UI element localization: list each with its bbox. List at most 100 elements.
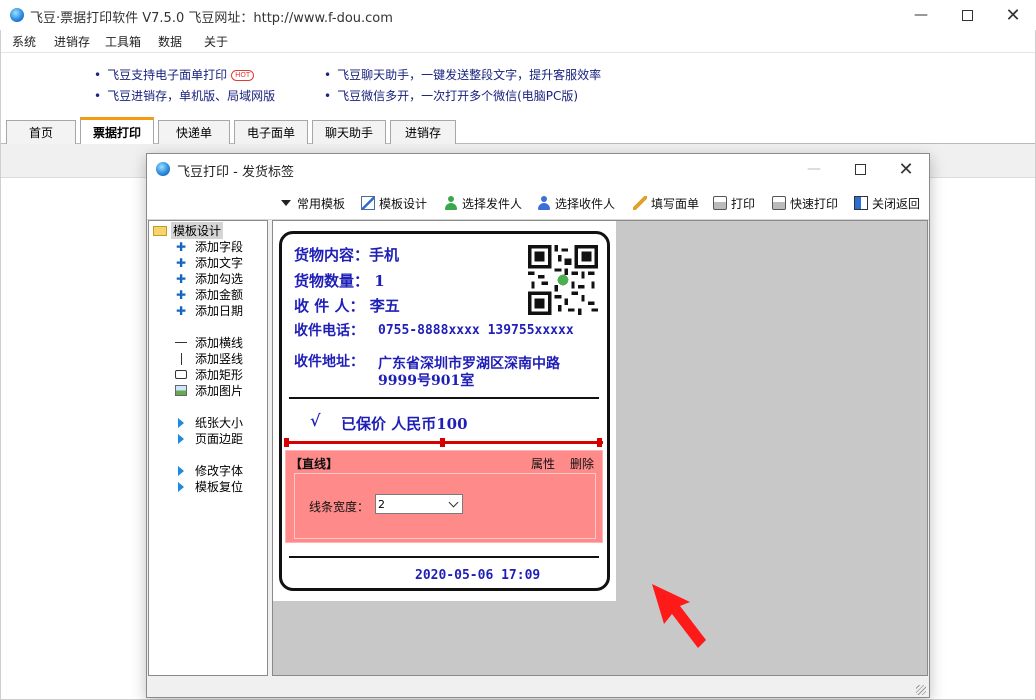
chevron-down-icon xyxy=(448,497,459,508)
vertical-line-icon xyxy=(180,352,182,365)
dialog-titlebar: 飞豆打印 - 发货标签 — ✕ xyxy=(147,154,929,184)
templates-dropdown-button[interactable]: 常用模板 xyxy=(281,194,345,212)
promo-link-chat[interactable]: • 飞豆聊天助手，一键发送整段文字，提升客服效率 xyxy=(324,66,601,83)
image-icon xyxy=(175,385,187,396)
design-icon xyxy=(361,196,375,210)
line-width-label: 线条宽度： xyxy=(309,500,370,514)
goods-label[interactable]: 货物内容：手机 xyxy=(294,244,399,265)
menu-toolbox[interactable]: 工具箱 xyxy=(105,33,141,50)
tree-item-paper-size[interactable]: 纸张大小 xyxy=(175,415,243,430)
address-label[interactable]: 收件地址： xyxy=(294,351,364,371)
maximize-button[interactable] xyxy=(944,0,990,30)
tab-bar: 首页 票据打印 快递单 电子面单 聊天助手 进销存 xyxy=(0,114,1036,145)
select-receiver-button[interactable]: 选择收件人 xyxy=(537,194,615,212)
plus-icon: ✚ xyxy=(175,239,187,254)
close-button[interactable]: ✕ xyxy=(990,0,1036,30)
properties-panel-title: 【直线】 xyxy=(290,457,339,471)
horizontal-line-icon xyxy=(175,342,187,343)
qr-code-icon[interactable] xyxy=(528,245,598,315)
dialog-close-button[interactable]: ✕ xyxy=(883,154,929,184)
label-date[interactable]: 2020-05-06 17:09 xyxy=(415,568,540,583)
tab-chat-assistant[interactable]: 聊天助手 xyxy=(312,120,386,144)
tree-item-add-checkbox[interactable]: ✚ 添加勾选 xyxy=(175,271,243,287)
exit-door-icon xyxy=(854,196,868,210)
tree-item-add-image[interactable]: 添加图片 xyxy=(175,383,243,398)
plus-icon: ✚ xyxy=(175,303,187,318)
plus-icon: ✚ xyxy=(175,255,187,270)
label-paper: 货物内容：手机 货物数量： 1 收 件 人： 李五 收件电话： 0755-888… xyxy=(273,221,616,601)
tree-item-add-amount[interactable]: ✚ 添加金额 xyxy=(175,287,243,303)
insured-check-mark[interactable]: √ xyxy=(310,411,321,430)
app-logo-icon xyxy=(10,8,24,22)
receiver-label[interactable]: 收 件 人： 李五 xyxy=(294,295,400,316)
triangle-right-icon xyxy=(178,465,184,476)
template-design-button[interactable]: 模板设计 xyxy=(361,194,427,212)
selected-line[interactable] xyxy=(284,438,603,447)
bullet-icon: • xyxy=(94,89,102,103)
dialog-maximize-button[interactable] xyxy=(837,154,883,184)
promo-link-wechat[interactable]: • 飞豆微信多开，一次打开多个微信(电脑PC版) xyxy=(324,87,578,104)
tree-item-add-vline[interactable]: 添加竖线 xyxy=(175,351,243,366)
tree-item-add-field[interactable]: ✚ 添加字段 xyxy=(175,239,243,255)
close-icon: ✕ xyxy=(898,158,914,180)
triangle-right-icon xyxy=(178,481,184,492)
tree-item-add-date[interactable]: ✚ 添加日期 xyxy=(175,303,243,319)
resize-handle[interactable] xyxy=(597,438,602,447)
delete-link[interactable]: 删除 xyxy=(570,455,594,472)
tree-item-page-margin[interactable]: 页面边距 xyxy=(175,431,243,446)
close-return-button[interactable]: 关闭返回 xyxy=(854,194,920,212)
tree-item-add-rect[interactable]: 添加矩形 xyxy=(175,367,243,382)
fill-form-button[interactable]: 填写面单 xyxy=(633,194,699,212)
minimize-icon: — xyxy=(914,7,928,23)
menu-data[interactable]: 数据 xyxy=(158,33,182,50)
label-divider-line[interactable] xyxy=(289,397,599,399)
insured-text[interactable]: 已保价 人民币100 xyxy=(341,413,468,434)
tree-item-add-text[interactable]: ✚ 添加文字 xyxy=(175,255,243,271)
design-canvas[interactable]: 货物内容：手机 货物数量： 1 收 件 人： 李五 收件电话： 0755-888… xyxy=(272,220,928,676)
label-divider-line[interactable] xyxy=(289,556,599,558)
menu-system[interactable]: 系统 xyxy=(12,33,36,50)
dropdown-arrow-icon xyxy=(281,200,291,206)
dialog-statusbar xyxy=(147,677,929,697)
resize-handle[interactable] xyxy=(440,438,445,447)
qty-label[interactable]: 货物数量： 1 xyxy=(294,270,385,291)
maximize-icon xyxy=(961,9,973,21)
menu-about[interactable]: 关于 xyxy=(204,33,228,50)
triangle-right-icon xyxy=(178,433,184,444)
tree-root-template-design[interactable]: 模板设计 xyxy=(153,222,224,239)
tab-express[interactable]: 快递单 xyxy=(158,120,230,144)
properties-link[interactable]: 属性 xyxy=(531,455,555,472)
resize-grip-icon[interactable] xyxy=(916,685,926,695)
quick-print-button[interactable]: 快速打印 xyxy=(772,194,838,212)
promo-link-inventory[interactable]: • 飞豆进销存，单机版、局域网版 xyxy=(94,87,275,104)
line-width-select[interactable]: 2 xyxy=(375,494,463,514)
address-line-2[interactable]: 9999号901室 xyxy=(378,370,474,390)
printer-icon xyxy=(713,196,727,210)
phone-label[interactable]: 收件电话： xyxy=(294,320,364,340)
tree-item-reset-template[interactable]: 模板复位 xyxy=(175,479,243,494)
promo-link-eorder[interactable]: • 飞豆支持电子面单打印 HOT xyxy=(94,66,255,83)
bullet-icon: • xyxy=(94,68,102,82)
tab-ticket-print[interactable]: 票据打印 xyxy=(80,117,154,145)
line-properties-panel: 【直线】 属性 删除 线条宽度： 2 xyxy=(285,450,603,543)
dialog-minimize-button[interactable]: — xyxy=(791,154,837,184)
tab-inventory[interactable]: 进销存 xyxy=(390,120,456,144)
tree-item-add-hline[interactable]: 添加横线 xyxy=(175,335,243,350)
select-sender-button[interactable]: 选择发件人 xyxy=(444,194,522,212)
tab-e-waybill[interactable]: 电子面单 xyxy=(234,120,308,144)
menu-inventory[interactable]: 进销存 xyxy=(54,33,90,50)
print-button[interactable]: 打印 xyxy=(713,194,755,212)
minimize-button[interactable]: — xyxy=(898,0,944,30)
tab-home[interactable]: 首页 xyxy=(6,120,76,144)
promo-bar: • 飞豆支持电子面单打印 HOT • 飞豆进销存，单机版、局域网版 • 飞豆聊天助手，一… xyxy=(0,52,1036,114)
folder-icon xyxy=(153,225,167,236)
phone-value[interactable]: 0755-8888xxxx 139755xxxxx xyxy=(378,323,574,338)
receiver-user-icon xyxy=(537,196,551,210)
sender-user-icon xyxy=(444,196,458,210)
resize-handle[interactable] xyxy=(284,438,289,447)
tree-item-change-font[interactable]: 修改字体 xyxy=(175,463,243,478)
dialog-logo-icon xyxy=(156,162,170,176)
close-icon: ✕ xyxy=(1005,4,1021,26)
bullet-icon: • xyxy=(324,89,332,103)
red-arrow-icon xyxy=(652,584,706,648)
